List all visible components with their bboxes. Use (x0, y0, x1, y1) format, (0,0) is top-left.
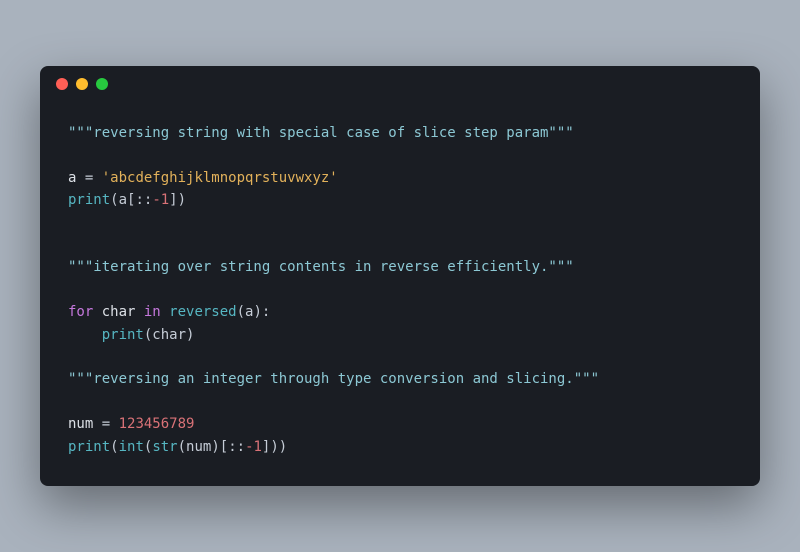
punctuation: (a[:: (110, 192, 152, 208)
function-call: print (68, 439, 110, 455)
keyword: in (144, 304, 161, 320)
variable: num (68, 416, 93, 432)
punctuation: (char) (144, 327, 195, 343)
operator: = (76, 170, 101, 186)
variable: char (93, 304, 144, 320)
indent (68, 327, 102, 343)
docstring: """reversing an integer through type con… (68, 371, 599, 387)
punctuation: ])) (262, 439, 287, 455)
number: -1 (152, 192, 169, 208)
window-titlebar (40, 66, 760, 102)
docstring: """iterating over string contents in rev… (68, 259, 574, 275)
maximize-icon[interactable] (96, 78, 108, 90)
keyword: for (68, 304, 93, 320)
number: 123456789 (119, 416, 195, 432)
function-call: str (152, 439, 177, 455)
string-literal: 'abcdefghijklmnopqrstuvwxyz' (102, 170, 338, 186)
code-window: """reversing string with special case of… (40, 66, 760, 486)
function-call: reversed (161, 304, 237, 320)
code-block: """reversing string with special case of… (40, 102, 760, 486)
function-call: print (102, 327, 144, 343)
punctuation: (a): (237, 304, 271, 320)
number: -1 (245, 439, 262, 455)
close-icon[interactable] (56, 78, 68, 90)
operator: = (93, 416, 118, 432)
minimize-icon[interactable] (76, 78, 88, 90)
function-call: print (68, 192, 110, 208)
punctuation: ]) (169, 192, 186, 208)
punctuation: (num)[:: (178, 439, 245, 455)
docstring: """reversing string with special case of… (68, 125, 574, 141)
punctuation: ( (110, 439, 118, 455)
function-call: int (119, 439, 144, 455)
